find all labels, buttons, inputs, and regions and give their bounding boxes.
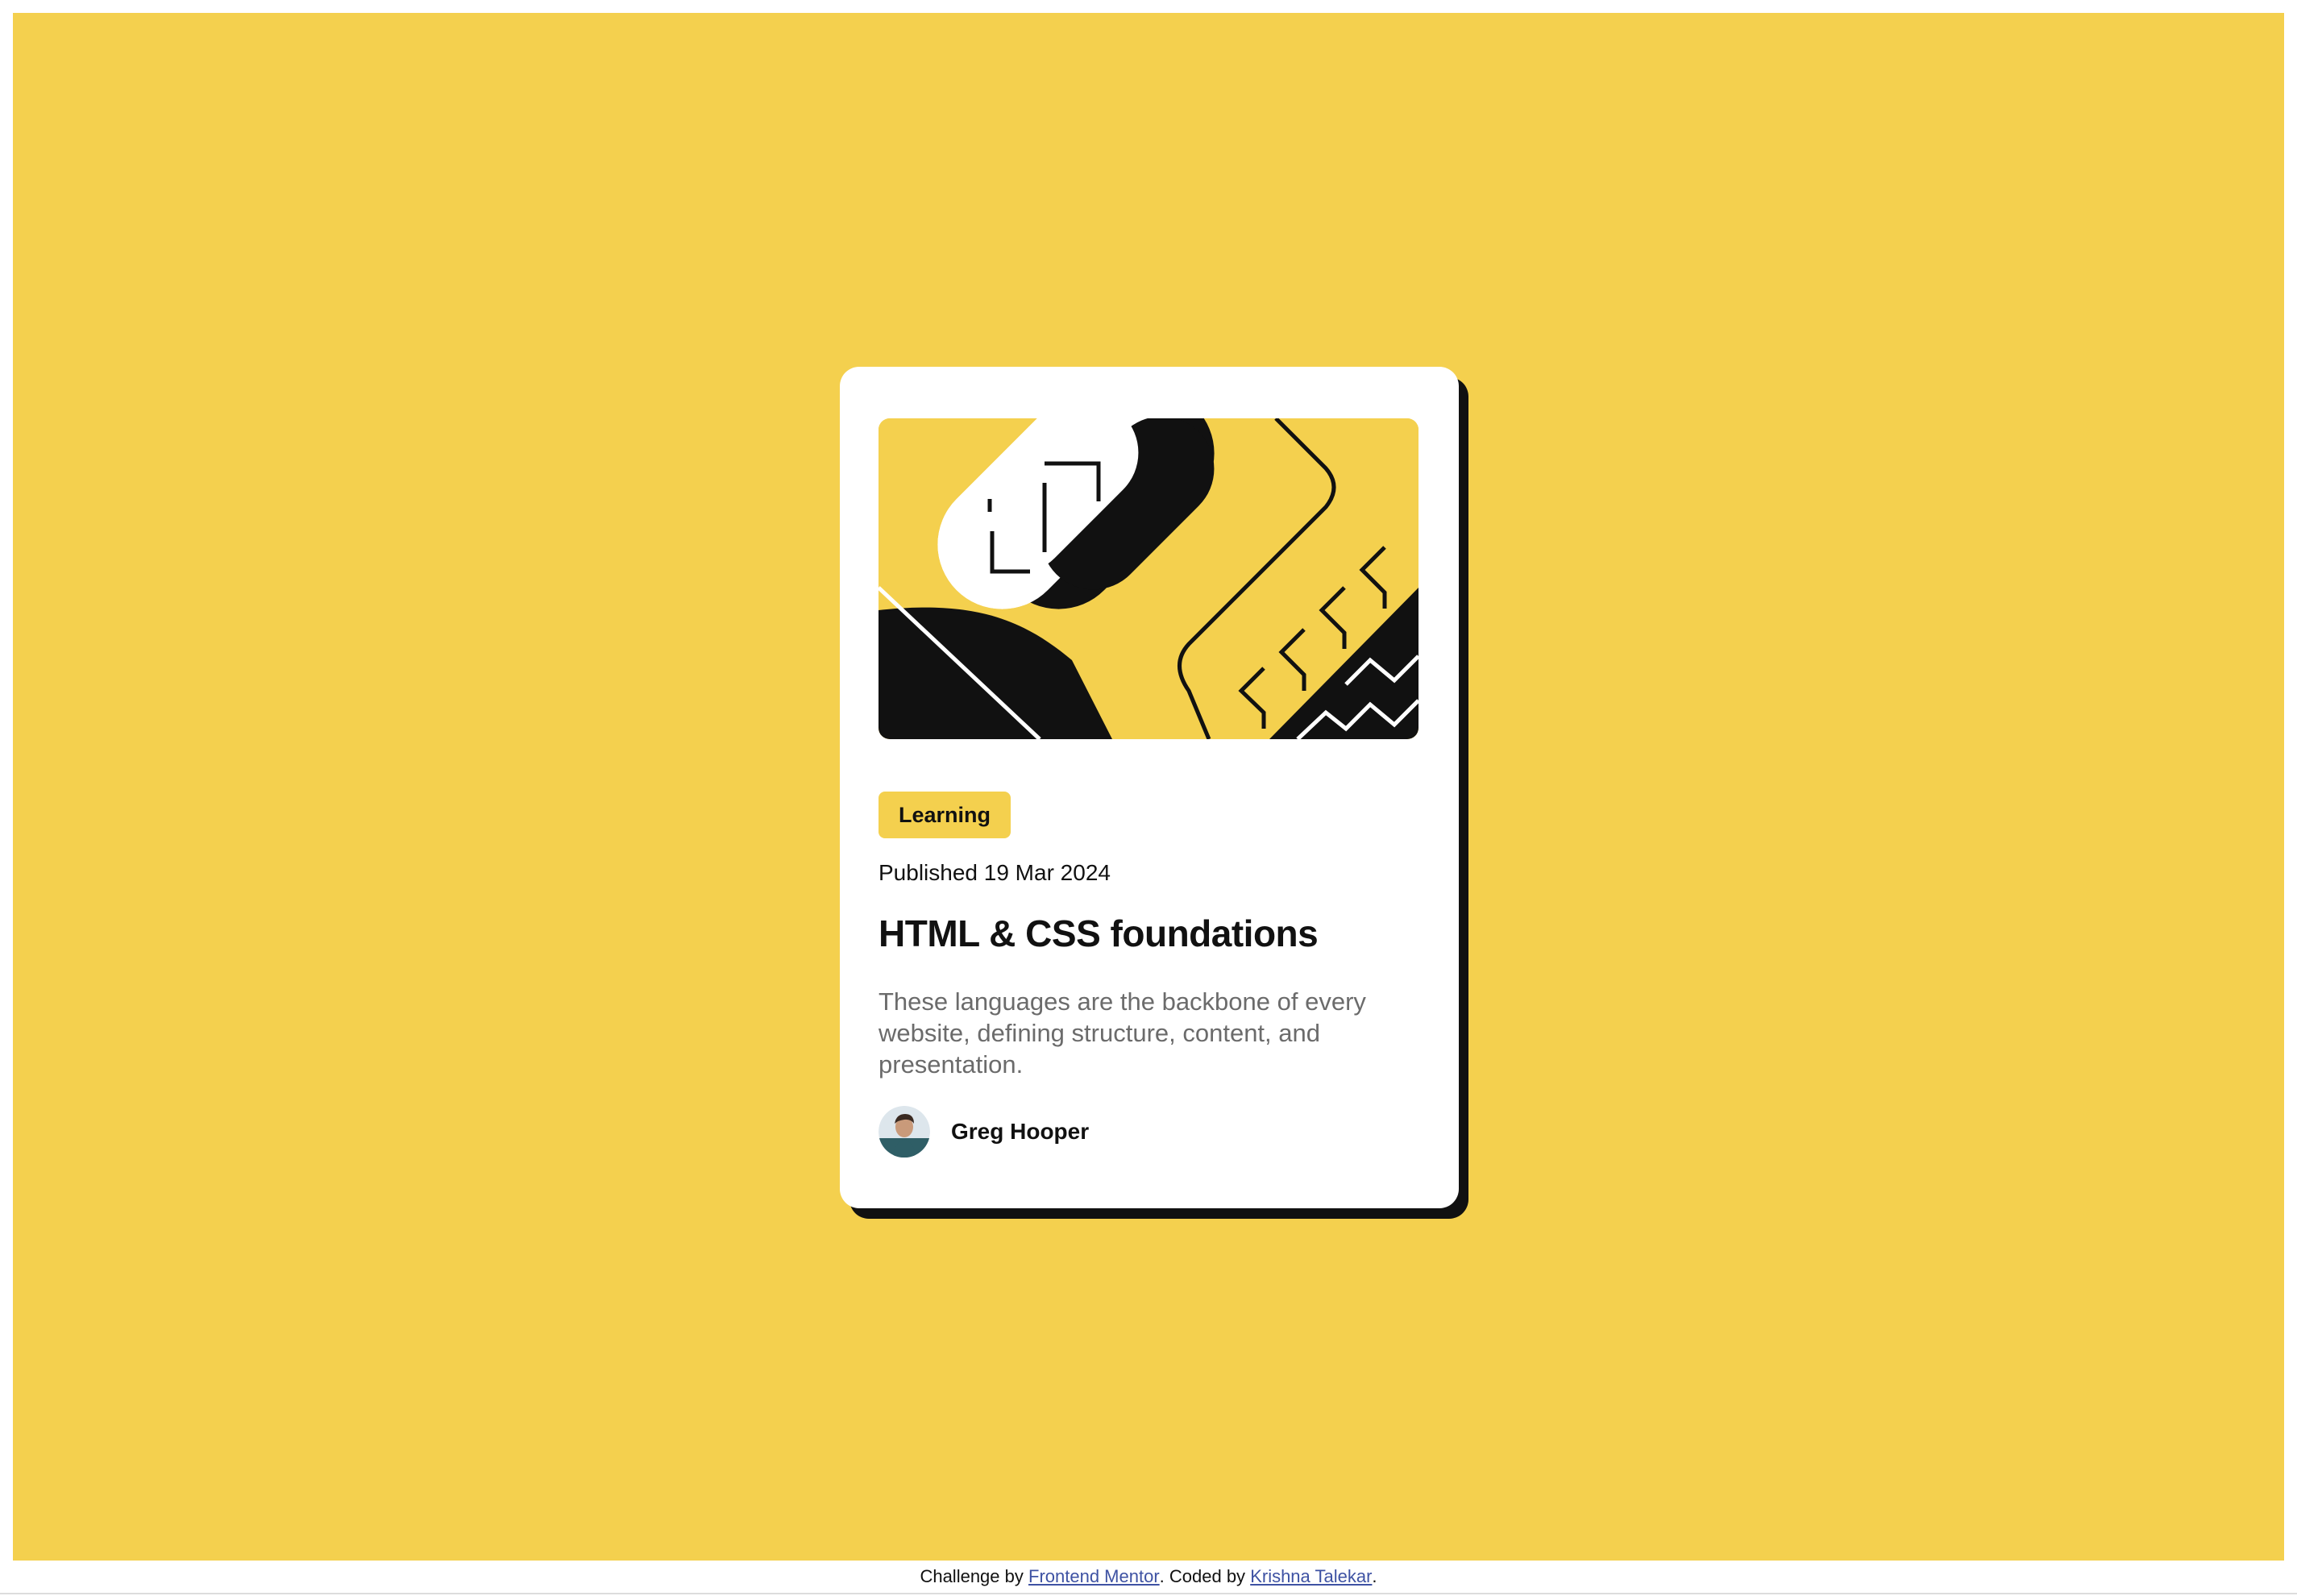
attribution: Challenge by Frontend Mentor. Coded by K… — [0, 1561, 2297, 1593]
avatar — [879, 1106, 930, 1158]
page: Learning Published 19 Mar 2024 HTML & CS… — [0, 0, 2297, 1596]
card-title[interactable]: HTML & CSS foundations — [879, 912, 1319, 955]
author: Greg Hooper — [879, 1105, 1089, 1158]
frontend-mentor-link[interactable]: Frontend Mentor — [1028, 1566, 1160, 1587]
category-tag: Learning — [879, 792, 1011, 838]
publish-date: Published 19 Mar 2024 — [879, 860, 1111, 885]
attribution-prefix: Challenge by — [920, 1566, 1024, 1586]
divider — [0, 1593, 2297, 1594]
author-name: Greg Hooper — [951, 1119, 1090, 1144]
card-description: These languages are the backbone of ever… — [879, 987, 1366, 1079]
attribution-suffix: . — [1372, 1566, 1377, 1586]
author-link[interactable]: Krishna Talekar — [1250, 1566, 1372, 1587]
hero-illustration — [879, 418, 1418, 739]
attribution-middle: . Coded by — [1159, 1566, 1246, 1586]
blog-preview-card[interactable]: Learning Published 19 Mar 2024 HTML & CS… — [840, 367, 1459, 1208]
